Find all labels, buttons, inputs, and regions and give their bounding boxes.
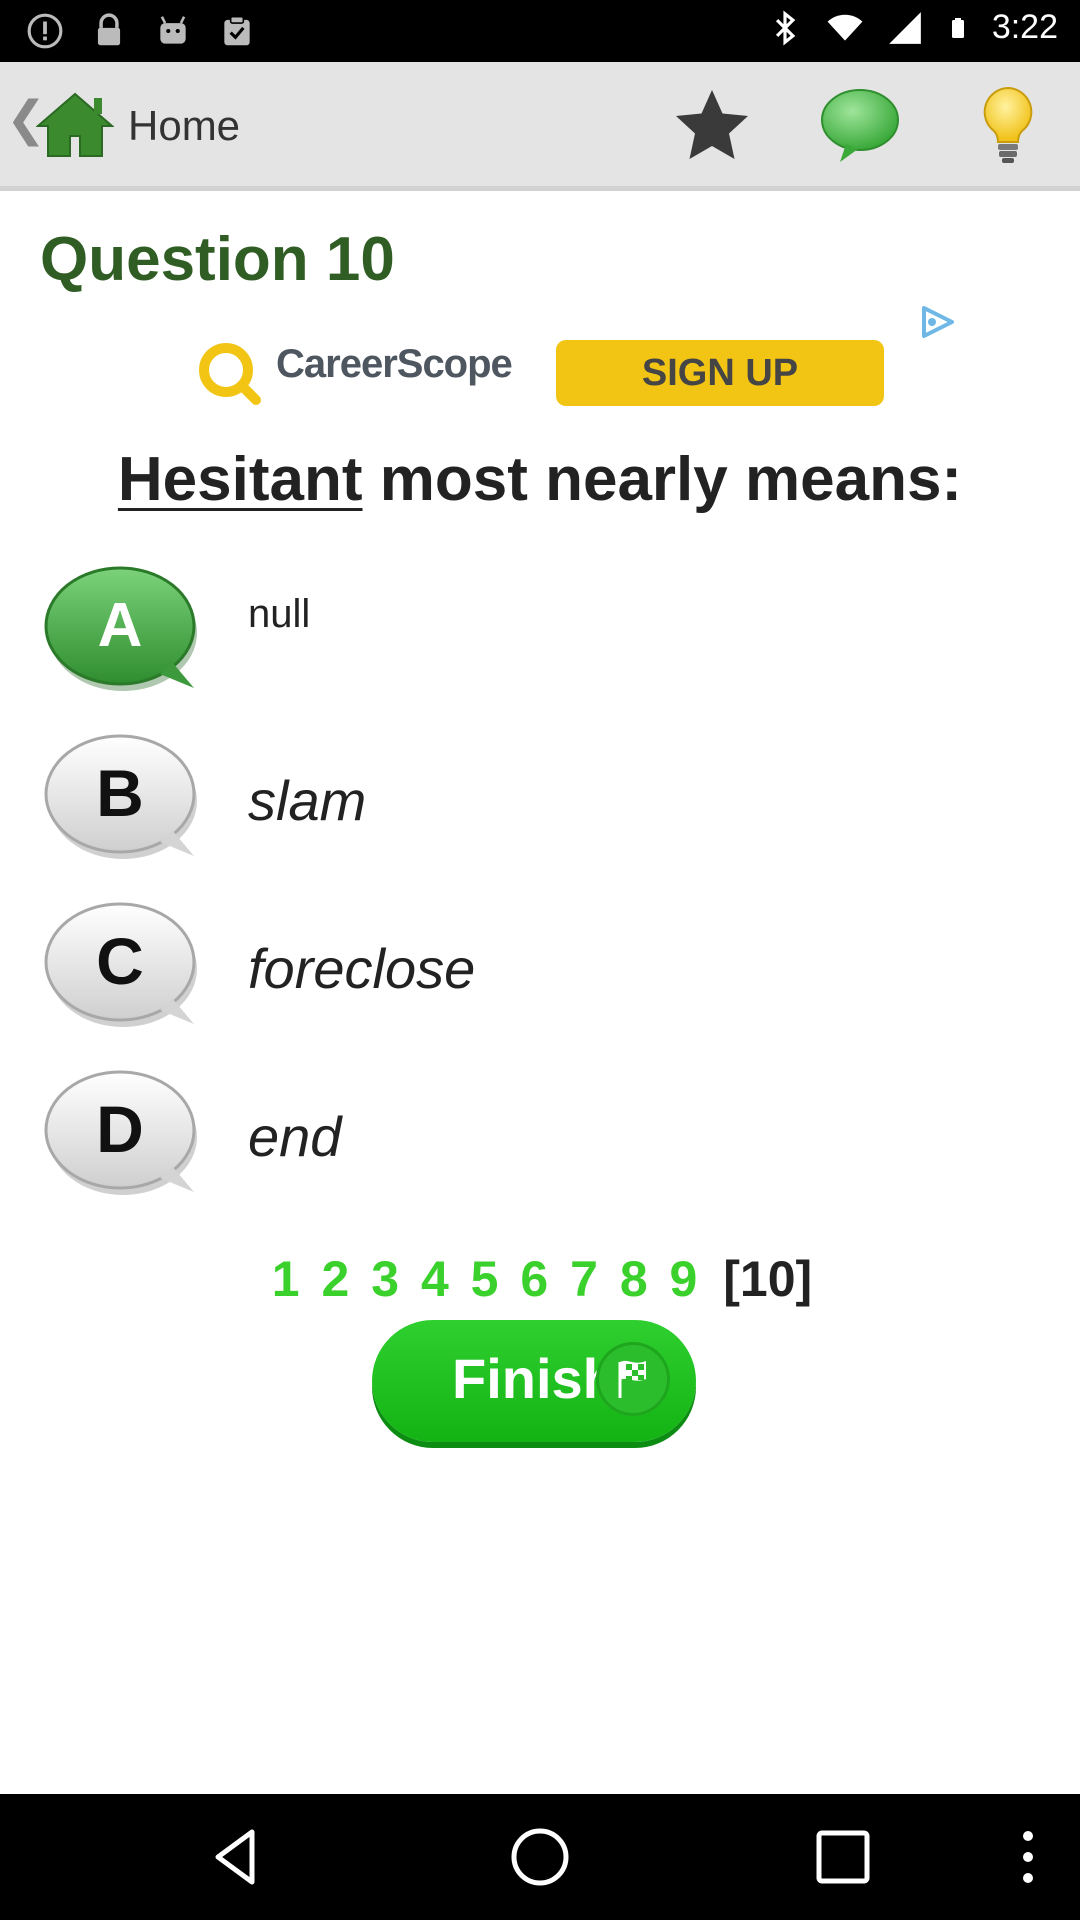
- option-d-bubble-icon[interactable]: D: [42, 1066, 202, 1206]
- page-link-1[interactable]: 1: [272, 1251, 300, 1307]
- lightbulb-icon[interactable]: [966, 84, 1050, 168]
- back-triangle-icon[interactable]: [204, 1824, 270, 1890]
- page-link-9[interactable]: 9: [670, 1251, 698, 1307]
- option-d-text: end: [248, 1105, 342, 1168]
- svg-text:C: C: [96, 924, 144, 998]
- ad-brand-text: CareerScope: [276, 342, 513, 386]
- checkered-flag-icon: [618, 1360, 646, 1398]
- recents-square-icon[interactable]: [810, 1824, 876, 1890]
- finish-button[interactable]: Finish: [372, 1320, 700, 1452]
- wifi-icon: [827, 14, 863, 41]
- svg-text:A: A: [98, 591, 143, 660]
- option-b[interactable]: B slam: [42, 730, 1042, 870]
- page-link-7[interactable]: 7: [570, 1251, 598, 1307]
- option-b-bubble-icon[interactable]: B: [42, 730, 202, 870]
- status-right-icons: 3:22: [766, 8, 1058, 47]
- finish-label: Finish: [452, 1347, 617, 1410]
- alert-circle-icon: [27, 13, 63, 49]
- svg-text:D: D: [96, 1092, 144, 1166]
- status-time: 3:22: [991, 8, 1058, 46]
- question-pagination: 1 2 3 4 5 6 7 8 9 [10]: [0, 1250, 1080, 1308]
- home-label[interactable]: Home: [128, 102, 240, 150]
- page-link-5[interactable]: 5: [471, 1251, 499, 1307]
- page-link-6[interactable]: 6: [520, 1251, 548, 1307]
- flag-circle: [596, 1342, 670, 1416]
- page-link-2[interactable]: 2: [322, 1251, 350, 1307]
- option-c-bubble-icon[interactable]: C: [42, 898, 202, 1038]
- system-navigation-bar: [0, 1794, 1080, 1920]
- option-b-text: slam: [248, 769, 367, 832]
- current-page: [10]: [723, 1251, 813, 1307]
- home-icon[interactable]: [36, 90, 114, 160]
- status-bar: 3:22: [0, 0, 1080, 62]
- option-c[interactable]: C foreclose: [42, 898, 1042, 1038]
- chat-bubble-icon[interactable]: [818, 84, 902, 168]
- svg-text:B: B: [96, 756, 144, 830]
- clipboard-check-icon: [224, 15, 250, 46]
- home-circle-icon[interactable]: [507, 1824, 573, 1890]
- question-prompt: Hesitant most nearly means:: [0, 444, 1080, 515]
- option-d[interactable]: D end: [42, 1066, 1042, 1206]
- page-link-3[interactable]: 3: [371, 1251, 399, 1307]
- android-icon: [160, 16, 186, 44]
- lock-icon: [97, 13, 121, 46]
- signal-icon: [888, 11, 921, 44]
- option-a[interactable]: A null: [42, 562, 1042, 702]
- ad-signup-button[interactable]: SIGN UP: [556, 340, 884, 406]
- question-title: Question 10: [40, 225, 395, 294]
- more-options-icon[interactable]: [1010, 1824, 1046, 1890]
- prompt-keyword: Hesitant: [117, 445, 363, 514]
- page-link-4[interactable]: 4: [421, 1251, 449, 1307]
- action-bar: ❮ Home: [0, 62, 1080, 191]
- bluetooth-icon: [775, 9, 796, 46]
- ad-choices-icon[interactable]: [918, 304, 956, 340]
- option-c-text: foreclose: [248, 937, 476, 1000]
- status-left-icons: [26, 12, 256, 50]
- page-link-8[interactable]: 8: [620, 1251, 648, 1307]
- prompt-text: most nearly means:: [362, 445, 963, 514]
- star-icon[interactable]: [670, 84, 754, 168]
- option-a-bubble-icon[interactable]: A: [42, 562, 202, 702]
- option-a-text: null: [248, 592, 311, 636]
- careerscope-logo-icon: [199, 343, 261, 405]
- battery-icon: [951, 17, 964, 38]
